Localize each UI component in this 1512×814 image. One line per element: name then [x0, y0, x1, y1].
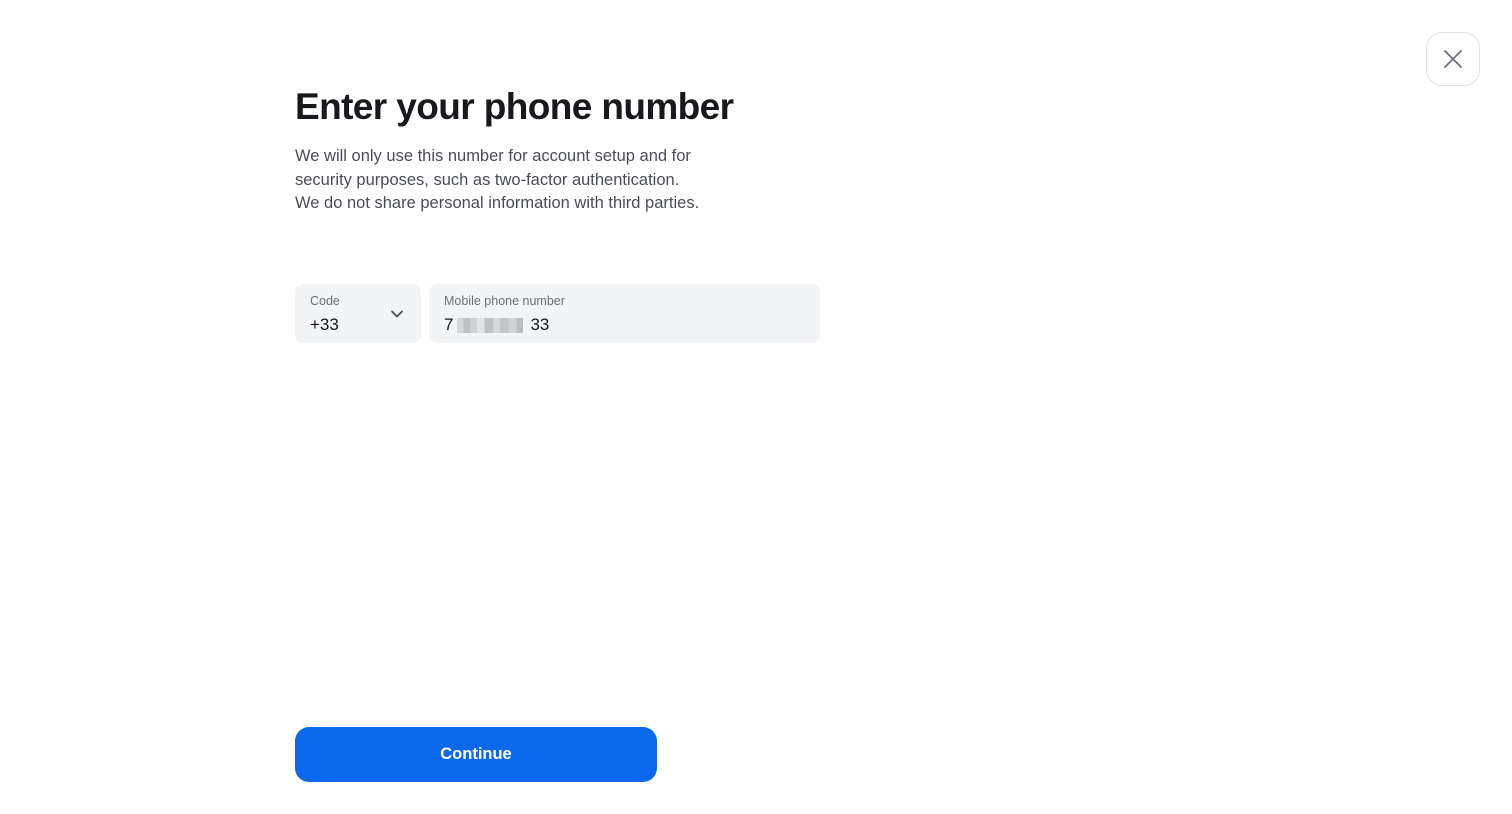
close-button[interactable]: [1426, 32, 1480, 86]
continue-button[interactable]: Continue: [295, 727, 657, 782]
country-code-value: +33: [310, 315, 339, 334]
phone-number-field[interactable]: Mobile phone number 7 33: [429, 284, 820, 343]
phone-number-start: 7: [444, 315, 454, 334]
description: We will only use this number for account…: [295, 145, 735, 216]
close-icon: [1444, 50, 1462, 68]
phone-number-page: Enter your phone number We will only use…: [0, 0, 1512, 814]
redacted-digits: [457, 317, 524, 333]
country-code-select[interactable]: Code +33: [295, 284, 421, 343]
phone-number-label: Mobile phone number: [444, 294, 565, 308]
phone-number-input[interactable]: 7 33: [444, 315, 549, 335]
page-title: Enter your phone number: [295, 86, 734, 127]
description-line: security purposes, such as two-factor au…: [295, 170, 680, 189]
description-line: We will only use this number for account…: [295, 147, 691, 165]
phone-number-end: 33: [530, 315, 550, 334]
country-code-label: Code: [310, 294, 340, 308]
description-line: We do not share personal information wit…: [295, 194, 700, 213]
chevron-down-icon: [391, 310, 403, 318]
